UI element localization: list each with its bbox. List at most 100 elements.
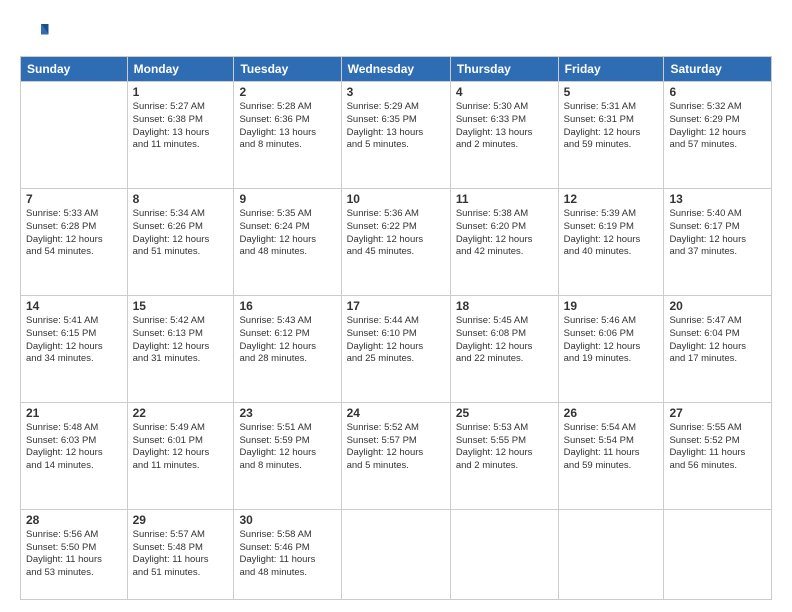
- day-cell: 26 Sunrise: 5:54 AM Sunset: 5:54 PM Dayli…: [558, 402, 664, 509]
- day-cell: 4 Sunrise: 5:30 AM Sunset: 6:33 PM Daylig…: [450, 82, 558, 189]
- weekday-header-friday: Friday: [558, 57, 664, 82]
- day-cell: 7 Sunrise: 5:33 AM Sunset: 6:28 PM Daylig…: [21, 188, 128, 295]
- day-cell: 24Sunrise: 5:52 AM Sunset: 5:57 PM Dayli…: [341, 402, 450, 509]
- day-info: Sunrise: 5:56 AM Sunset: 5:50 PM Dayligh…: [26, 529, 122, 580]
- day-info: Sunrise: 5:58 AM Sunset: 5:46 PM Dayligh…: [239, 529, 335, 580]
- day-cell: [341, 509, 450, 599]
- day-number: 16: [239, 299, 335, 313]
- day-cell: [558, 509, 664, 599]
- calendar-table: SundayMondayTuesdayWednesdayThursdayFrid…: [20, 56, 772, 600]
- weekday-header-monday: Monday: [127, 57, 234, 82]
- day-number: 3: [347, 85, 445, 99]
- day-info: Sunrise: 5:54 AM Sunset: 5:54 PM Dayligh…: [564, 422, 659, 473]
- day-cell: 10 Sunrise: 5:36 AM Sunset: 6:22 PM Dayli…: [341, 188, 450, 295]
- day-number: 10: [347, 192, 445, 206]
- day-cell: 9Sunrise: 5:35 AM Sunset: 6:24 PM Daylig…: [234, 188, 341, 295]
- day-cell: 27Sunrise: 5:55 AM Sunset: 5:52 PM Dayli…: [664, 402, 772, 509]
- day-cell: 17 Sunrise: 5:44 AM Sunset: 6:10 PM Dayli…: [341, 295, 450, 402]
- day-cell: 8 Sunrise: 5:34 AM Sunset: 6:26 PM Daylig…: [127, 188, 234, 295]
- day-info: Sunrise: 5:55 AM Sunset: 5:52 PM Dayligh…: [669, 422, 766, 473]
- week-row-1: 7 Sunrise: 5:33 AM Sunset: 6:28 PM Daylig…: [21, 188, 772, 295]
- day-cell: 29 Sunrise: 5:57 AM Sunset: 5:48 PM Dayli…: [127, 509, 234, 599]
- day-number: 9: [239, 192, 335, 206]
- day-cell: [664, 509, 772, 599]
- day-number: 12: [564, 192, 659, 206]
- week-row-0: 1 Sunrise: 5:27 AM Sunset: 6:38 PM Daylig…: [21, 82, 772, 189]
- day-cell: 6 Sunrise: 5:32 AM Sunset: 6:29 PM Daylig…: [664, 82, 772, 189]
- day-cell: 28 Sunrise: 5:56 AM Sunset: 5:50 PM Dayli…: [21, 509, 128, 599]
- day-number: 18: [456, 299, 553, 313]
- day-info: Sunrise: 5:43 AM Sunset: 6:12 PM Dayligh…: [239, 315, 335, 366]
- day-number: 20: [669, 299, 766, 313]
- logo-icon: [20, 18, 50, 48]
- day-info: Sunrise: 5:51 AM Sunset: 5:59 PM Dayligh…: [239, 422, 335, 473]
- day-info: Sunrise: 5:40 AM Sunset: 6:17 PM Dayligh…: [669, 208, 766, 259]
- day-info: Sunrise: 5:27 AM Sunset: 6:38 PM Dayligh…: [133, 101, 229, 152]
- day-cell: 25Sunrise: 5:53 AM Sunset: 5:55 PM Dayli…: [450, 402, 558, 509]
- header: [20, 18, 772, 48]
- day-info: Sunrise: 5:28 AM Sunset: 6:36 PM Dayligh…: [239, 101, 335, 152]
- day-number: 21: [26, 406, 122, 420]
- day-info: Sunrise: 5:38 AM Sunset: 6:20 PM Dayligh…: [456, 208, 553, 259]
- day-number: 28: [26, 513, 122, 527]
- day-info: Sunrise: 5:44 AM Sunset: 6:10 PM Dayligh…: [347, 315, 445, 366]
- day-cell: 14 Sunrise: 5:41 AM Sunset: 6:15 PM Dayli…: [21, 295, 128, 402]
- day-cell: 12 Sunrise: 5:39 AM Sunset: 6:19 PM Dayli…: [558, 188, 664, 295]
- day-number: 30: [239, 513, 335, 527]
- day-cell: [21, 82, 128, 189]
- day-info: Sunrise: 5:42 AM Sunset: 6:13 PM Dayligh…: [133, 315, 229, 366]
- weekday-header-saturday: Saturday: [664, 57, 772, 82]
- day-info: Sunrise: 5:41 AM Sunset: 6:15 PM Dayligh…: [26, 315, 122, 366]
- weekday-header-tuesday: Tuesday: [234, 57, 341, 82]
- day-cell: 18 Sunrise: 5:45 AM Sunset: 6:08 PM Dayli…: [450, 295, 558, 402]
- day-info: Sunrise: 5:46 AM Sunset: 6:06 PM Dayligh…: [564, 315, 659, 366]
- day-info: Sunrise: 5:29 AM Sunset: 6:35 PM Dayligh…: [347, 101, 445, 152]
- day-number: 5: [564, 85, 659, 99]
- day-cell: 20 Sunrise: 5:47 AM Sunset: 6:04 PM Dayli…: [664, 295, 772, 402]
- day-info: Sunrise: 5:53 AM Sunset: 5:55 PM Dayligh…: [456, 422, 553, 473]
- day-number: 29: [133, 513, 229, 527]
- day-number: 17: [347, 299, 445, 313]
- day-cell: 22 Sunrise: 5:49 AM Sunset: 6:01 PM Dayli…: [127, 402, 234, 509]
- week-row-3: 21 Sunrise: 5:48 AM Sunset: 6:03 PM Dayli…: [21, 402, 772, 509]
- day-cell: 5Sunrise: 5:31 AM Sunset: 6:31 PM Daylig…: [558, 82, 664, 189]
- week-row-4: 28 Sunrise: 5:56 AM Sunset: 5:50 PM Dayli…: [21, 509, 772, 599]
- day-number: 23: [239, 406, 335, 420]
- day-cell: 23 Sunrise: 5:51 AM Sunset: 5:59 PM Dayli…: [234, 402, 341, 509]
- day-number: 19: [564, 299, 659, 313]
- day-info: Sunrise: 5:33 AM Sunset: 6:28 PM Dayligh…: [26, 208, 122, 259]
- calendar-page: SundayMondayTuesdayWednesdayThursdayFrid…: [0, 0, 792, 612]
- day-cell: 15 Sunrise: 5:42 AM Sunset: 6:13 PM Dayli…: [127, 295, 234, 402]
- weekday-header-thursday: Thursday: [450, 57, 558, 82]
- day-number: 14: [26, 299, 122, 313]
- day-info: Sunrise: 5:45 AM Sunset: 6:08 PM Dayligh…: [456, 315, 553, 366]
- day-cell: 2Sunrise: 5:28 AM Sunset: 6:36 PM Daylig…: [234, 82, 341, 189]
- day-number: 26: [564, 406, 659, 420]
- day-number: 4: [456, 85, 553, 99]
- day-info: Sunrise: 5:48 AM Sunset: 6:03 PM Dayligh…: [26, 422, 122, 473]
- day-cell: 19 Sunrise: 5:46 AM Sunset: 6:06 PM Dayli…: [558, 295, 664, 402]
- day-number: 24: [347, 406, 445, 420]
- day-info: Sunrise: 5:49 AM Sunset: 6:01 PM Dayligh…: [133, 422, 229, 473]
- day-number: 13: [669, 192, 766, 206]
- day-cell: 3 Sunrise: 5:29 AM Sunset: 6:35 PM Daylig…: [341, 82, 450, 189]
- day-cell: [450, 509, 558, 599]
- day-info: Sunrise: 5:39 AM Sunset: 6:19 PM Dayligh…: [564, 208, 659, 259]
- day-info: Sunrise: 5:57 AM Sunset: 5:48 PM Dayligh…: [133, 529, 229, 580]
- day-info: Sunrise: 5:30 AM Sunset: 6:33 PM Dayligh…: [456, 101, 553, 152]
- day-info: Sunrise: 5:47 AM Sunset: 6:04 PM Dayligh…: [669, 315, 766, 366]
- day-cell: 1 Sunrise: 5:27 AM Sunset: 6:38 PM Daylig…: [127, 82, 234, 189]
- day-number: 1: [133, 85, 229, 99]
- day-info: Sunrise: 5:32 AM Sunset: 6:29 PM Dayligh…: [669, 101, 766, 152]
- day-number: 15: [133, 299, 229, 313]
- logo: [20, 18, 54, 48]
- day-number: 8: [133, 192, 229, 206]
- day-number: 6: [669, 85, 766, 99]
- weekday-header-row: SundayMondayTuesdayWednesdayThursdayFrid…: [21, 57, 772, 82]
- day-number: 7: [26, 192, 122, 206]
- day-info: Sunrise: 5:34 AM Sunset: 6:26 PM Dayligh…: [133, 208, 229, 259]
- day-info: Sunrise: 5:36 AM Sunset: 6:22 PM Dayligh…: [347, 208, 445, 259]
- day-number: 22: [133, 406, 229, 420]
- day-cell: 16 Sunrise: 5:43 AM Sunset: 6:12 PM Dayli…: [234, 295, 341, 402]
- day-cell: 21 Sunrise: 5:48 AM Sunset: 6:03 PM Dayli…: [21, 402, 128, 509]
